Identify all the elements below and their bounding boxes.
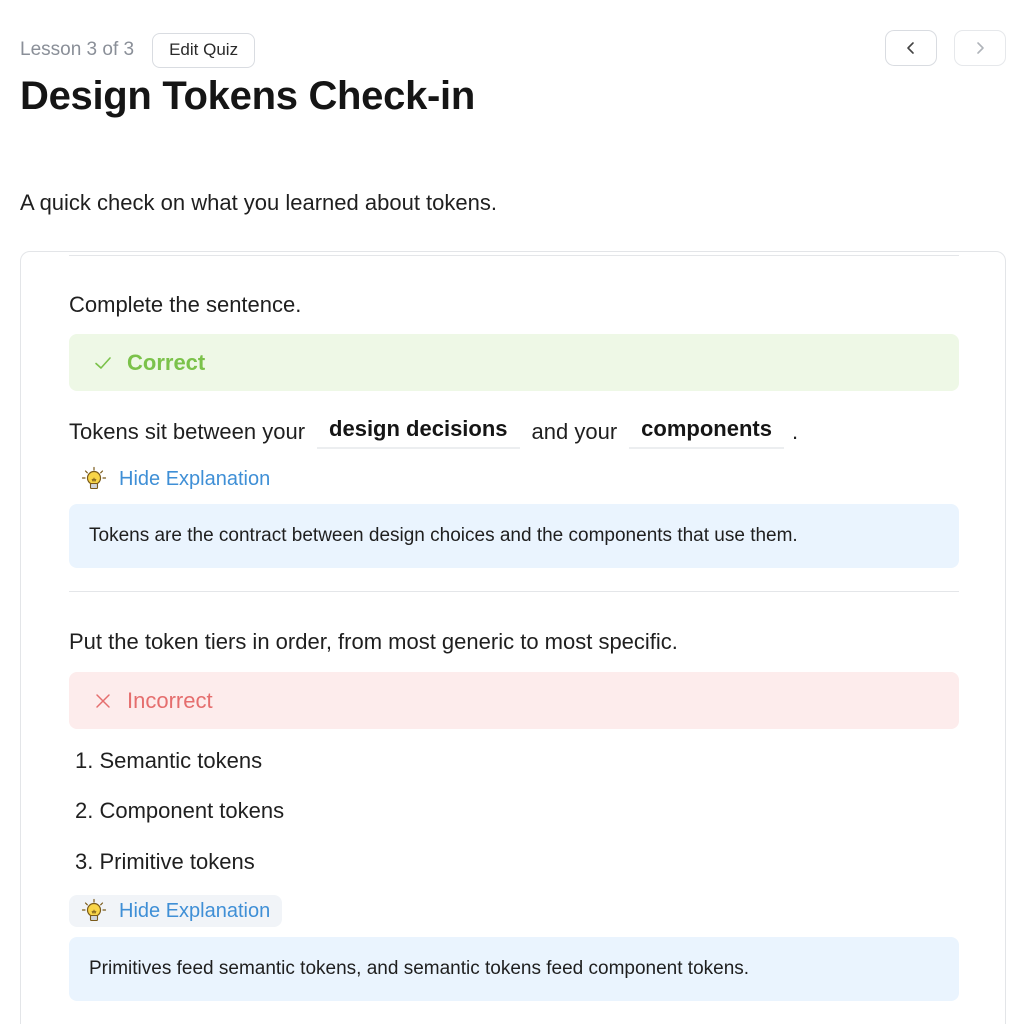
- question-2-hide-explanation-toggle[interactable]: Hide Explanation: [69, 895, 283, 927]
- question-1-result-text: Correct: [127, 349, 206, 375]
- order-item: 3. Primitive tokens: [75, 849, 255, 874]
- question-1-sentence: Tokens sit between your design decisions…: [69, 412, 798, 452]
- lightbulb-icon: [81, 898, 107, 922]
- check-icon: [95, 356, 111, 369]
- explanation-toggle-label: Hide Explanation: [119, 467, 271, 490]
- lightbulb-icon: [81, 466, 107, 490]
- divider: [69, 591, 959, 592]
- sentence-text: .: [791, 419, 799, 444]
- quiz-page: Lesson 3 of 3 Edit Quiz Design Tokens Ch…: [0, 0, 1022, 1024]
- question-2-explanation: Primitives feed semantic tokens, and sem…: [69, 937, 959, 1001]
- question-2-result-text: Incorrect: [127, 687, 213, 713]
- question-1-explanation: Tokens are the contract between design c…: [69, 504, 959, 568]
- sentence-blank-1[interactable]: design decisions: [317, 416, 520, 449]
- chevron-right-icon: [977, 42, 984, 54]
- order-item: 1. Semantic tokens: [75, 748, 263, 773]
- divider: [69, 255, 959, 256]
- question-2-result-banner: Incorrect: [69, 672, 959, 729]
- sentence-blank-2[interactable]: components: [629, 416, 784, 449]
- next-lesson-button[interactable]: [954, 30, 1006, 66]
- chevron-left-icon: [907, 42, 914, 54]
- page-title: Design Tokens Check-in: [20, 74, 475, 118]
- lesson-header: Lesson 3 of 3 Edit Quiz: [20, 32, 256, 68]
- quiz-card: Complete the sentence. Correct Tokens si…: [20, 251, 1006, 1024]
- x-icon: [96, 693, 110, 708]
- sentence-text: Tokens sit between your: [69, 419, 306, 444]
- order-item: 2. Component tokens: [75, 798, 285, 823]
- question-1-result-banner: Correct: [69, 334, 959, 391]
- previous-lesson-button[interactable]: [885, 30, 937, 66]
- question-1-hide-explanation-toggle[interactable]: Hide Explanation: [69, 463, 282, 495]
- question-1-prompt: Complete the sentence.: [69, 292, 302, 317]
- edit-quiz-button[interactable]: Edit Quiz: [152, 32, 256, 68]
- lesson-progress-label: Lesson 3 of 3: [20, 39, 135, 60]
- explanation-toggle-label: Hide Explanation: [119, 899, 271, 922]
- page-description: A quick check on what you learned about …: [20, 190, 497, 215]
- question-2-prompt: Put the token tiers in order, from most …: [69, 629, 678, 654]
- sentence-text: and your: [531, 419, 618, 444]
